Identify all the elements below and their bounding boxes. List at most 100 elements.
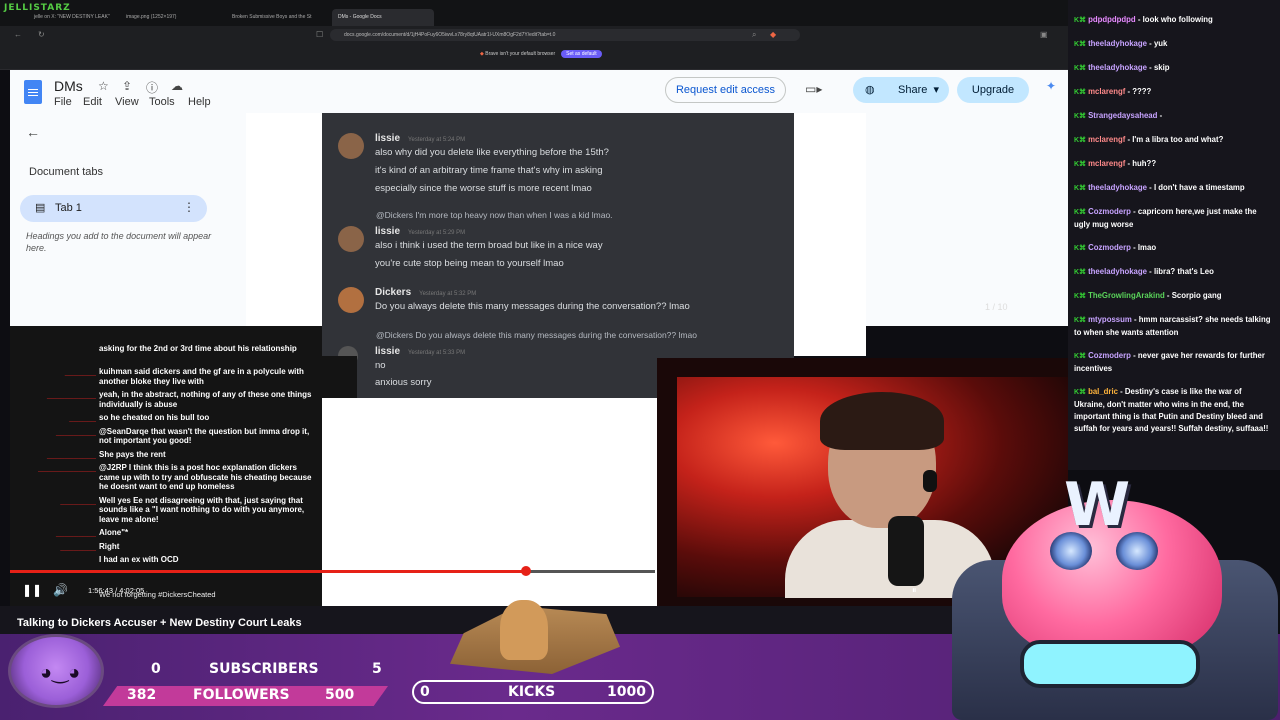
- chat-username[interactable]: TheGrowlingArakind: [1088, 291, 1165, 300]
- video-chat-line: asking for the 2nd or 3rd time about his…: [30, 344, 320, 354]
- cat-image: [500, 600, 548, 660]
- upgrade-button[interactable]: Upgrade: [957, 77, 1029, 103]
- chat-username: ________: [60, 495, 96, 505]
- pause-icon[interactable]: ⏸: [912, 585, 917, 596]
- chat-text: Alone"*: [99, 528, 129, 537]
- chat-username: ___________: [47, 390, 96, 399]
- chat-username[interactable]: theeladyhokage: [1088, 63, 1147, 72]
- chat-message: K⌘ Cozmoderp - capricorn here,we just mak…: [1074, 206, 1274, 231]
- move-icon[interactable]: ⇪: [122, 79, 132, 93]
- subs-label: SUBSCRIBERS: [209, 661, 319, 677]
- volume-icon[interactable]: 🔊: [53, 583, 68, 597]
- back-icon[interactable]: ←: [14, 30, 22, 39]
- set-default-button[interactable]: Set as default: [561, 50, 602, 58]
- brave-notice-text: Brave isn't your default browser: [485, 51, 556, 57]
- chat-username[interactable]: theeladyhokage: [1088, 183, 1147, 192]
- browser-tab[interactable]: Broken Submissive Boys and the St: [226, 9, 328, 26]
- chat-message: K⌘ mclarengf - huh??: [1074, 158, 1274, 171]
- separator: -: [1164, 291, 1172, 300]
- chat-username[interactable]: theeladyhokage: [1088, 267, 1147, 276]
- back-arrow-icon[interactable]: ←: [26, 124, 40, 140]
- share-button[interactable]: ◍ Share ▾: [853, 77, 949, 103]
- badge-icon: K⌘: [1074, 353, 1087, 360]
- timecode: 1:56:43 / 4:02:05: [88, 586, 145, 595]
- reply-reference: @Dickers Do you always delete this many …: [376, 330, 697, 340]
- message-text: especially since the worse stuff is more…: [375, 183, 592, 194]
- chat-message: K⌘ Cozmoderp - lmao: [1074, 242, 1274, 255]
- zoom-icon[interactable]: ⌕: [752, 30, 756, 40]
- video-chat-line: _____________ @J2RP I think this is a pos…: [30, 463, 320, 492]
- separator: -: [1157, 111, 1163, 120]
- bookmark-icon[interactable]: ☐: [316, 30, 323, 39]
- browser-tab-active[interactable]: DMs - Google Docs: [332, 9, 434, 26]
- chat-username: _____________: [38, 463, 96, 472]
- separator: -: [1130, 207, 1138, 216]
- message-text: no: [375, 360, 386, 371]
- subs-goal: 5: [372, 661, 382, 677]
- chat-text: libra? that's Leo: [1153, 267, 1214, 276]
- followers-label: FOLLOWERS: [193, 687, 290, 703]
- pause-icon[interactable]: ❚❚: [22, 583, 42, 597]
- chevron-down-icon[interactable]: ▾: [933, 77, 939, 103]
- browser-tab[interactable]: jelle on X: "NEW DESTINY LEAK": [28, 9, 118, 26]
- chat-message: K⌘ theeladyhokage - skip: [1074, 62, 1274, 75]
- chat-username[interactable]: pdpdpdpdpd: [1088, 15, 1136, 24]
- chat-text: yuk: [1153, 39, 1168, 48]
- chat-username[interactable]: mclarengf: [1088, 87, 1125, 96]
- chat-username[interactable]: theeladyhokage: [1088, 39, 1147, 48]
- chat-username[interactable]: mclarengf: [1088, 135, 1125, 144]
- chat-username[interactable]: bal_dric: [1088, 387, 1118, 396]
- tab-1[interactable]: [20, 195, 207, 222]
- menu-help[interactable]: Help: [188, 96, 211, 108]
- separator: -: [1147, 183, 1154, 192]
- browser-tab[interactable]: image.png (1252×197): [120, 9, 222, 26]
- chat-text: yeah, in the abstract, nothing of any of…: [99, 390, 312, 409]
- chat-username[interactable]: Cozmoderp: [1088, 243, 1131, 252]
- message-author: lissie Yesterday at 5:33 PM: [375, 346, 466, 357]
- mascot-letter: W: [1064, 470, 1131, 540]
- gemini-icon[interactable]: ✦: [1046, 79, 1056, 93]
- progress-fill: [10, 570, 526, 573]
- separator: -: [1130, 351, 1138, 360]
- docs-logo-icon[interactable]: [24, 80, 42, 104]
- meet-icon[interactable]: ▭▸: [805, 82, 822, 96]
- streamer-hair: [820, 392, 944, 450]
- video-chat-line: _________ Alone"*: [30, 528, 320, 538]
- request-edit-button[interactable]: Request edit access: [665, 77, 786, 103]
- kicks-current: 0: [420, 684, 430, 700]
- globe-icon: ◍: [865, 84, 875, 96]
- chat-username[interactable]: Strangedaysahead: [1088, 111, 1157, 120]
- separator: -: [1147, 39, 1154, 48]
- progress-knob[interactable]: [521, 566, 531, 576]
- chat-username[interactable]: Cozmoderp: [1088, 207, 1131, 216]
- more-options-icon[interactable]: ⋮: [183, 200, 195, 214]
- chat-username: ______: [69, 413, 96, 422]
- extensions-icon[interactable]: ▣: [1040, 30, 1048, 39]
- mascot-screen: [1020, 640, 1200, 688]
- followers-current: 382: [127, 687, 157, 703]
- avatar: [338, 226, 364, 252]
- chat-username[interactable]: mclarengf: [1088, 159, 1125, 168]
- chat-username[interactable]: mtypossum: [1088, 315, 1132, 324]
- chat-text: Well yes Ee not disagreeing with that, j…: [99, 495, 305, 524]
- menu-edit[interactable]: Edit: [83, 96, 102, 108]
- chat-username[interactable]: Cozmoderp: [1088, 351, 1131, 360]
- menu-view[interactable]: View: [115, 96, 139, 108]
- video-chat-line: ________ Well yes Ee not disagreeing with…: [30, 496, 320, 525]
- menu-file[interactable]: File: [54, 96, 72, 108]
- menu-tools[interactable]: Tools: [149, 96, 175, 108]
- brave-shield-icon[interactable]: ◆: [770, 30, 776, 39]
- address-bar[interactable]: docs.google.com/document/d/1jH4PoFuy6O5i…: [330, 29, 800, 41]
- cloud-icon[interactable]: ☁: [171, 79, 183, 93]
- reload-icon[interactable]: ↻: [38, 30, 45, 39]
- chat-message: K⌘ mclarengf - ????: [1074, 86, 1274, 99]
- message-author: lissie Yesterday at 5:29 PM: [375, 226, 466, 237]
- star-icon[interactable]: ☆: [98, 79, 109, 93]
- avatar: [338, 287, 364, 313]
- chat-message: K⌘ bal_dric - Destiny's case is like the …: [1074, 386, 1274, 435]
- stream-title: Talking to Dickers Accuser + New Destiny…: [17, 617, 302, 629]
- message-text: Do you always delete this many messages …: [375, 301, 690, 312]
- doc-title[interactable]: DMs: [54, 78, 83, 94]
- info-icon[interactable]: ⓘ: [146, 79, 158, 96]
- badge-icon: K⌘: [1074, 161, 1087, 168]
